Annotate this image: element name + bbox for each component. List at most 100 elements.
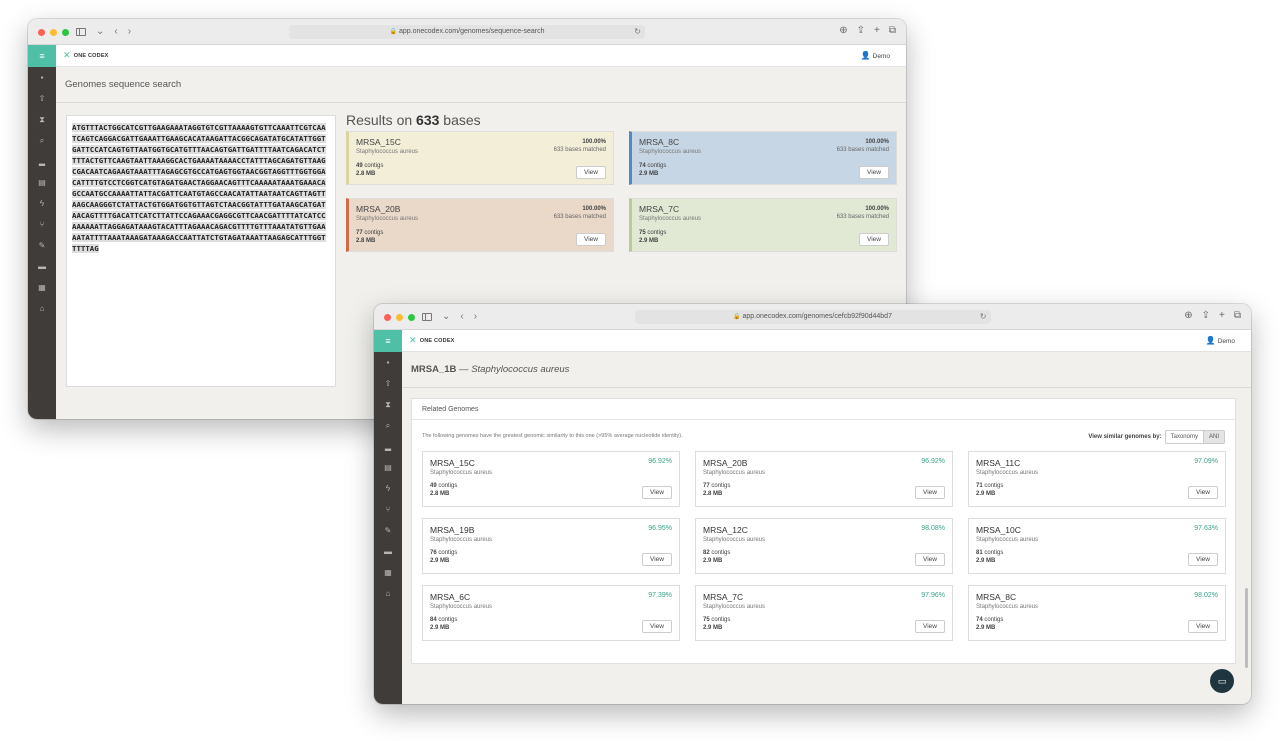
sidebar-toggle-icon[interactable] xyxy=(76,28,86,36)
genome-species: Staphylococcus aureus xyxy=(471,364,570,375)
view-button[interactable]: View xyxy=(642,486,672,499)
sidebar-toggle-icon[interactable] xyxy=(422,313,432,321)
view-button[interactable]: View xyxy=(1188,553,1218,566)
lock-icon: 🔒 xyxy=(733,314,741,320)
close-window-button[interactable] xyxy=(384,314,391,321)
minimize-window-button[interactable] xyxy=(50,29,57,36)
new-tab-icon[interactable]: + xyxy=(874,25,880,36)
view-button[interactable]: View xyxy=(859,166,889,179)
view-button[interactable]: View xyxy=(915,486,945,499)
pipette-icon[interactable]: ✎ xyxy=(28,235,56,256)
database-icon[interactable]: ▤ xyxy=(28,172,56,193)
genome-name[interactable]: MRSA_12C xyxy=(703,525,945,535)
contig-count: 49 xyxy=(356,163,363,169)
sequence-input[interactable]: ATGTTTACTGGCATCGTTGAAGAAATAGGTGTCGTTAAAA… xyxy=(66,115,336,387)
minimize-window-button[interactable] xyxy=(396,314,403,321)
genome-size: 2.9 MB xyxy=(703,558,723,564)
download-icon[interactable]: ⊕ xyxy=(1184,310,1192,321)
upload-icon[interactable]: ⇧ xyxy=(374,373,402,394)
ani-value: 96.92% xyxy=(648,458,672,465)
grid-icon[interactable]: ▦ xyxy=(374,562,402,583)
back-icon[interactable]: ‹ xyxy=(114,26,117,38)
ani-value: 96.95% xyxy=(648,525,672,532)
logo-icon: ✕ xyxy=(63,50,71,60)
lock-icon: 🔒 xyxy=(389,29,397,35)
one-codex-logo[interactable]: ✕ ONE CODEX xyxy=(63,51,109,60)
samples-icon[interactable]: ▪ xyxy=(374,352,402,373)
contig-count: 82 xyxy=(703,550,710,556)
institution-icon[interactable]: ⌂ xyxy=(374,583,402,604)
genome-name[interactable]: MRSA_19B xyxy=(430,525,672,535)
genome-name[interactable]: MRSA_11C xyxy=(976,458,1218,468)
search-icon[interactable]: ⌕ xyxy=(374,415,402,436)
result-card: MRSA_7C Staphylococcus aureus 100.00% 633… xyxy=(629,198,897,252)
genome-name[interactable]: MRSA_7C xyxy=(703,592,945,602)
bolt-icon[interactable]: ϟ xyxy=(374,478,402,499)
reload-icon[interactable]: ↻ xyxy=(634,25,641,39)
branch-icon[interactable]: ⑂ xyxy=(374,499,402,520)
view-button[interactable]: View xyxy=(642,620,672,633)
genome-size: 2.8 MB xyxy=(356,171,376,177)
grid-icon[interactable]: ▦ xyxy=(28,277,56,298)
view-button[interactable]: View xyxy=(576,166,606,179)
close-window-button[interactable] xyxy=(38,29,45,36)
address-bar[interactable]: 🔒 app.onecodex.com/genomes/cefcb92f90d44b… xyxy=(634,310,991,324)
user-name: Demo xyxy=(1217,338,1235,345)
share-icon[interactable]: ⇪ xyxy=(1202,310,1210,321)
view-button[interactable]: View xyxy=(576,233,606,246)
genome-name[interactable]: MRSA_6C xyxy=(430,592,672,602)
pipette-icon[interactable]: ✎ xyxy=(374,520,402,541)
zoom-window-button[interactable] xyxy=(62,29,69,36)
chevron-down-icon[interactable]: ⌄ xyxy=(96,26,104,38)
chart-icon[interactable]: ▂ xyxy=(28,151,56,172)
ani-toggle[interactable]: ANI xyxy=(1202,431,1224,443)
database-icon[interactable]: ▤ xyxy=(374,457,402,478)
bolt-icon[interactable]: ϟ xyxy=(28,193,56,214)
one-codex-logo[interactable]: ✕ ONE CODEX xyxy=(409,336,455,345)
hourglass-icon[interactable]: ⧗ xyxy=(374,394,402,415)
reload-icon[interactable]: ↻ xyxy=(980,310,987,324)
view-button[interactable]: View xyxy=(915,620,945,633)
back-icon[interactable]: ‹ xyxy=(460,311,463,323)
genome-size: 2.9 MB xyxy=(976,558,996,564)
hourglass-icon[interactable]: ⧗ xyxy=(28,109,56,130)
scrollbar[interactable] xyxy=(1245,588,1248,668)
address-bar[interactable]: 🔒 app.onecodex.com/genomes/sequence-searc… xyxy=(289,25,645,39)
view-button[interactable]: View xyxy=(859,233,889,246)
new-tab-icon[interactable]: + xyxy=(1219,310,1225,321)
user-menu[interactable]: 👤 Demo xyxy=(861,51,890,60)
archive-icon[interactable]: ▬ xyxy=(374,541,402,562)
genome-detail-window: ⌄ ‹ › 🔒 app.onecodex.com/genomes/cefcb92f… xyxy=(374,304,1251,704)
forward-icon[interactable]: › xyxy=(474,311,477,323)
branch-icon[interactable]: ⑂ xyxy=(28,214,56,235)
view-button[interactable]: View xyxy=(915,553,945,566)
chart-icon[interactable]: ▂ xyxy=(374,436,402,457)
user-menu[interactable]: 👤 Demo xyxy=(1206,336,1235,345)
tabs-overview-icon[interactable]: ⧉ xyxy=(1234,310,1241,321)
samples-icon[interactable]: ▪ xyxy=(28,67,56,88)
genome-name[interactable]: MRSA_20B xyxy=(703,458,945,468)
upload-icon[interactable]: ⇧ xyxy=(28,88,56,109)
zoom-window-button[interactable] xyxy=(408,314,415,321)
view-button[interactable]: View xyxy=(1188,620,1218,633)
view-button[interactable]: View xyxy=(642,553,672,566)
menu-icon[interactable]: ≡ xyxy=(28,45,56,67)
species-name: Staphylococcus aureus xyxy=(976,537,1039,543)
archive-icon[interactable]: ▬ xyxy=(28,256,56,277)
menu-icon[interactable]: ≡ xyxy=(374,330,402,352)
search-icon[interactable]: ⌕ xyxy=(28,130,56,151)
genome-name[interactable]: MRSA_10C xyxy=(976,525,1218,535)
browser-toolbar: ⌄ ‹ › 🔒 app.onecodex.com/genomes/cefcb92f… xyxy=(374,304,1251,330)
genome-name[interactable]: MRSA_8C xyxy=(976,592,1218,602)
chevron-down-icon[interactable]: ⌄ xyxy=(442,311,450,323)
institution-icon[interactable]: ⌂ xyxy=(28,298,56,319)
ani-value: 97.63% xyxy=(1194,525,1218,532)
taxonomy-toggle[interactable]: Taxonomy xyxy=(1166,431,1203,443)
view-button[interactable]: View xyxy=(1188,486,1218,499)
genome-name[interactable]: MRSA_15C xyxy=(430,458,672,468)
tabs-overview-icon[interactable]: ⧉ xyxy=(889,25,896,36)
forward-icon[interactable]: › xyxy=(128,26,131,38)
chat-icon[interactable]: ▭ xyxy=(1210,669,1234,693)
download-icon[interactable]: ⊕ xyxy=(839,25,847,36)
share-icon[interactable]: ⇪ xyxy=(857,25,865,36)
